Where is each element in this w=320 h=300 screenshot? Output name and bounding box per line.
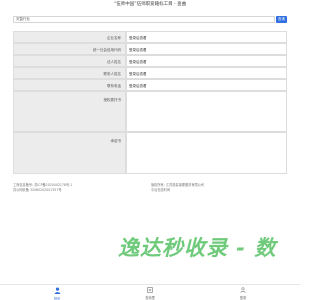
info-label: 统一社会信用代码	[13, 43, 126, 55]
info-label: 承诺书	[13, 132, 126, 174]
info-value: 登录后查看	[126, 55, 287, 67]
nav-item-home[interactable]: 首页	[42, 287, 72, 300]
search-input[interactable]: 天智行业	[13, 16, 275, 23]
info-row-contact-name: 联系人姓名 登录后查看	[13, 67, 287, 79]
info-row-contact-phone: 联系电话 登录后查看	[13, 79, 287, 91]
info-label: 企业名称	[13, 31, 126, 43]
company-info-table: 企业名称 登录后查看 统一社会信用代码 登录后查看 法人姓名 登录后查看 联系人…	[13, 31, 287, 174]
online-time-text: 平台在线时间	[151, 188, 171, 192]
person-icon	[42, 287, 72, 295]
info-row-credit-code: 统一社会信用代码 登录后查看	[13, 43, 287, 55]
nav-item-login[interactable]: 登录	[228, 287, 258, 300]
page-title: “伍师中国”伍师职爱籍标工目 - 查曲	[113, 2, 187, 7]
search-button[interactable]: 查询	[276, 16, 287, 23]
info-value	[126, 132, 287, 174]
nav-label: 登录	[239, 296, 247, 300]
footer-left: 工商信息备号: 苏ICP备2020402178号-1 苏公网安备 3206020…	[13, 183, 72, 193]
info-row-authorization: 授权委托书	[13, 91, 287, 132]
info-label: 联系人姓名	[13, 67, 126, 79]
bottom-nav: 首页 查询里 登录	[0, 284, 300, 300]
info-value: 登录后查看	[126, 79, 287, 91]
info-label: 授权委托书	[13, 91, 126, 132]
info-label: 法人姓名	[13, 55, 126, 67]
info-value	[126, 91, 287, 132]
footer-right: 版权所有: 江苏现善锦理服务有限公司 平台在线时间	[151, 183, 204, 193]
police-record[interactable]: 苏公网安备 32060202001357号	[13, 188, 72, 193]
info-value: 登录后查看	[126, 31, 287, 43]
info-value: 登录后查看	[126, 43, 287, 55]
nav-item-query[interactable]: 查询里	[135, 287, 165, 300]
watermark-logo: 逸达秒收录 - 数	[118, 236, 277, 260]
login-icon	[228, 287, 258, 294]
info-row-legal-person: 法人姓名 登录后查看	[13, 55, 287, 67]
info-label: 联系电话	[13, 79, 126, 91]
info-value: 登录后查看	[126, 67, 287, 79]
info-row-commitment: 承诺书	[13, 132, 287, 174]
nav-label: 查询里	[145, 296, 155, 300]
search-bar: 天智行业 查询	[13, 16, 287, 23]
search-icon	[135, 287, 165, 294]
info-row-company-name: 企业名称 登录后查看	[13, 31, 287, 43]
